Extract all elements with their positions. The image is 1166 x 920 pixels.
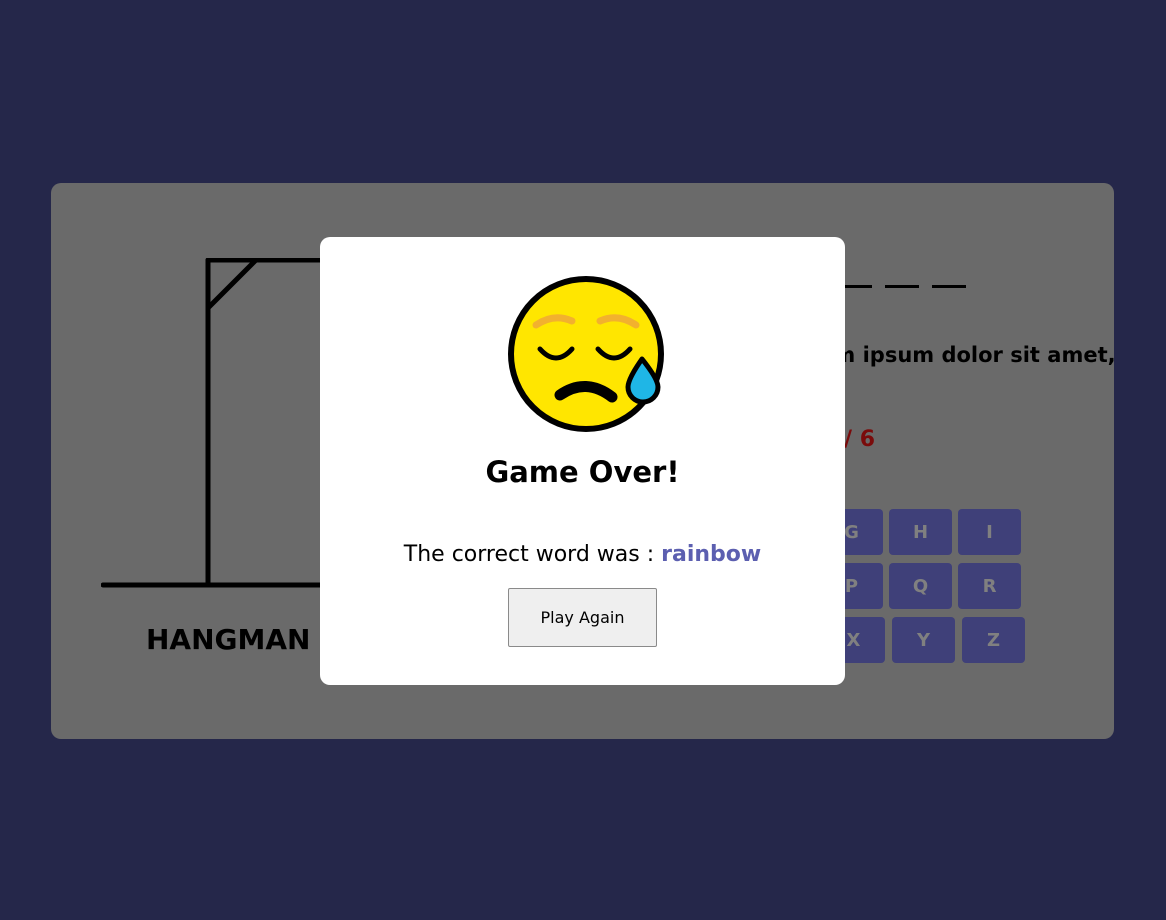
modal-title: Game Over! [485,455,680,489]
keyboard-row-3: X Y Z [822,617,1025,663]
correct-word-message: The correct word was : rainbow [320,542,845,567]
key-r[interactable]: R [958,563,1021,609]
key-h[interactable]: H [889,509,952,555]
key-z[interactable]: Z [962,617,1025,663]
key-i[interactable]: I [958,509,1021,555]
message-label: The correct word was : [403,542,662,567]
letter-blank [885,285,919,288]
correct-word: rainbow [661,542,762,567]
letter-blank [932,285,966,288]
max-guesses: 6 [859,427,876,452]
sad-tear-face-icon [508,276,664,432]
key-q[interactable]: Q [889,563,952,609]
game-over-modal: Game Over! The correct word was : rainbo… [320,237,845,685]
key-y[interactable]: Y [892,617,955,663]
play-again-button[interactable]: Play Again [508,588,657,647]
guess-separator: / [843,427,853,452]
